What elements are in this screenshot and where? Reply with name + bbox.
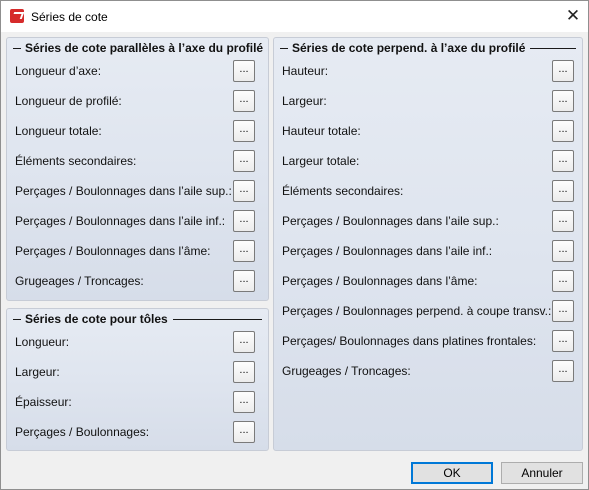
panel-header: Séries de cote pour tôles bbox=[13, 312, 262, 326]
setting-row: Perçages / Boulonnages dans l’âme:... bbox=[274, 270, 582, 292]
setting-row: Largeur totale:... bbox=[274, 150, 582, 172]
dialog-body: Séries de cote parallèles à l’axe du pro… bbox=[1, 32, 588, 489]
panel-header: Séries de cote perpend. à l’axe du profi… bbox=[280, 41, 576, 55]
browse-button[interactable]: ... bbox=[233, 150, 255, 172]
setting-label: Grugeages / Troncages: bbox=[15, 274, 144, 288]
browse-button[interactable]: ... bbox=[552, 330, 574, 352]
setting-label: Perçages / Boulonnages dans l’âme: bbox=[282, 274, 478, 288]
setting-row: Perçages / Boulonnages perpend. à coupe … bbox=[274, 300, 582, 322]
panel-header: Séries de cote parallèles à l’axe du pro… bbox=[13, 41, 264, 55]
browse-button[interactable]: ... bbox=[233, 361, 255, 383]
setting-label: Perçages / Boulonnages perpend. à coupe … bbox=[282, 304, 552, 318]
app-icon bbox=[10, 9, 24, 23]
browse-button[interactable]: ... bbox=[233, 60, 255, 82]
setting-row: Largeur:... bbox=[274, 90, 582, 112]
setting-row: Perçages / Boulonnages:... bbox=[7, 421, 268, 443]
setting-label: Longueur totale: bbox=[15, 124, 102, 138]
panel-title: Séries de cote parallèles à l’axe du pro… bbox=[25, 41, 264, 55]
window-title: Séries de cote bbox=[31, 10, 108, 24]
setting-row: Épaisseur:... bbox=[7, 391, 268, 413]
setting-label: Largeur: bbox=[282, 94, 327, 108]
setting-label: Longueur d’axe: bbox=[15, 64, 102, 78]
setting-row: Longueur totale:... bbox=[7, 120, 268, 142]
browse-button[interactable]: ... bbox=[552, 120, 574, 142]
browse-button[interactable]: ... bbox=[552, 90, 574, 112]
browse-button[interactable]: ... bbox=[233, 180, 255, 202]
browse-button[interactable]: ... bbox=[552, 180, 574, 202]
setting-row: Grugeages / Troncages:... bbox=[274, 360, 582, 382]
setting-row: Longueur de profilé:... bbox=[7, 90, 268, 112]
setting-label: Largeur totale: bbox=[282, 154, 360, 168]
browse-button[interactable]: ... bbox=[233, 421, 255, 443]
browse-button[interactable]: ... bbox=[233, 120, 255, 142]
browse-button[interactable]: ... bbox=[233, 331, 255, 353]
setting-label: Hauteur: bbox=[282, 64, 329, 78]
setting-label: Longueur: bbox=[15, 335, 70, 349]
setting-label: Éléments secondaires: bbox=[15, 154, 137, 168]
dialog-window: Séries de cote ✕ Séries de cote parallèl… bbox=[0, 0, 589, 490]
browse-button[interactable]: ... bbox=[552, 300, 574, 322]
close-button[interactable]: ✕ bbox=[559, 4, 587, 28]
panel-parallel-series: Séries de cote parallèles à l’axe du pro… bbox=[6, 37, 269, 301]
browse-button[interactable]: ... bbox=[233, 270, 255, 292]
browse-button[interactable]: ... bbox=[552, 60, 574, 82]
setting-row: Perçages/ Boulonnages dans platines fron… bbox=[274, 330, 582, 352]
browse-button[interactable]: ... bbox=[552, 210, 574, 232]
setting-row: Hauteur:... bbox=[274, 60, 582, 82]
panel-title: Séries de cote perpend. à l’axe du profi… bbox=[292, 41, 526, 55]
setting-label: Épaisseur: bbox=[15, 395, 72, 409]
browse-button[interactable]: ... bbox=[233, 240, 255, 262]
setting-label: Grugeages / Troncages: bbox=[282, 364, 411, 378]
browse-button[interactable]: ... bbox=[233, 90, 255, 112]
setting-row: Perçages / Boulonnages dans l’aile sup.:… bbox=[7, 180, 268, 202]
setting-row: Perçages / Boulonnages dans l’aile inf.:… bbox=[7, 210, 268, 232]
panel-perpendicular-series: Séries de cote perpend. à l’axe du profi… bbox=[273, 37, 583, 451]
setting-row: Éléments secondaires:... bbox=[7, 150, 268, 172]
title-bar: Séries de cote ✕ bbox=[1, 1, 588, 32]
browse-button[interactable]: ... bbox=[233, 391, 255, 413]
setting-row: Perçages / Boulonnages dans l’aile inf.:… bbox=[274, 240, 582, 262]
ok-button[interactable]: OK bbox=[411, 462, 493, 484]
setting-label: Perçages/ Boulonnages dans platines fron… bbox=[282, 334, 537, 348]
setting-row: Longueur:... bbox=[7, 331, 268, 353]
panel-title: Séries de cote pour tôles bbox=[25, 312, 168, 326]
browse-button[interactable]: ... bbox=[552, 240, 574, 262]
setting-label: Perçages / Boulonnages dans l’aile sup.: bbox=[15, 184, 232, 198]
panel-plate-series: Séries de cote pour tôles Longueur:... La… bbox=[6, 308, 269, 451]
setting-row: Hauteur totale:... bbox=[274, 120, 582, 142]
cancel-button[interactable]: Annuler bbox=[501, 462, 583, 484]
setting-label: Perçages / Boulonnages dans l’âme: bbox=[15, 244, 211, 258]
browse-button[interactable]: ... bbox=[552, 270, 574, 292]
browse-button[interactable]: ... bbox=[233, 210, 255, 232]
setting-row: Grugeages / Troncages:... bbox=[7, 270, 268, 292]
setting-label: Longueur de profilé: bbox=[15, 94, 122, 108]
setting-label: Perçages / Boulonnages dans l’aile inf.: bbox=[282, 244, 493, 258]
setting-label: Perçages / Boulonnages dans l’aile sup.: bbox=[282, 214, 499, 228]
setting-label: Perçages / Boulonnages: bbox=[15, 425, 150, 439]
setting-row: Longueur d’axe:... bbox=[7, 60, 268, 82]
setting-row: Perçages / Boulonnages dans l’aile sup.:… bbox=[274, 210, 582, 232]
setting-label: Largeur: bbox=[15, 365, 60, 379]
setting-row: Largeur:... bbox=[7, 361, 268, 383]
setting-row: Éléments secondaires:... bbox=[274, 180, 582, 202]
setting-label: Hauteur totale: bbox=[282, 124, 361, 138]
browse-button[interactable]: ... bbox=[552, 360, 574, 382]
setting-row: Perçages / Boulonnages dans l’âme:... bbox=[7, 240, 268, 262]
browse-button[interactable]: ... bbox=[552, 150, 574, 172]
setting-label: Perçages / Boulonnages dans l’aile inf.: bbox=[15, 214, 226, 228]
setting-label: Éléments secondaires: bbox=[282, 184, 404, 198]
